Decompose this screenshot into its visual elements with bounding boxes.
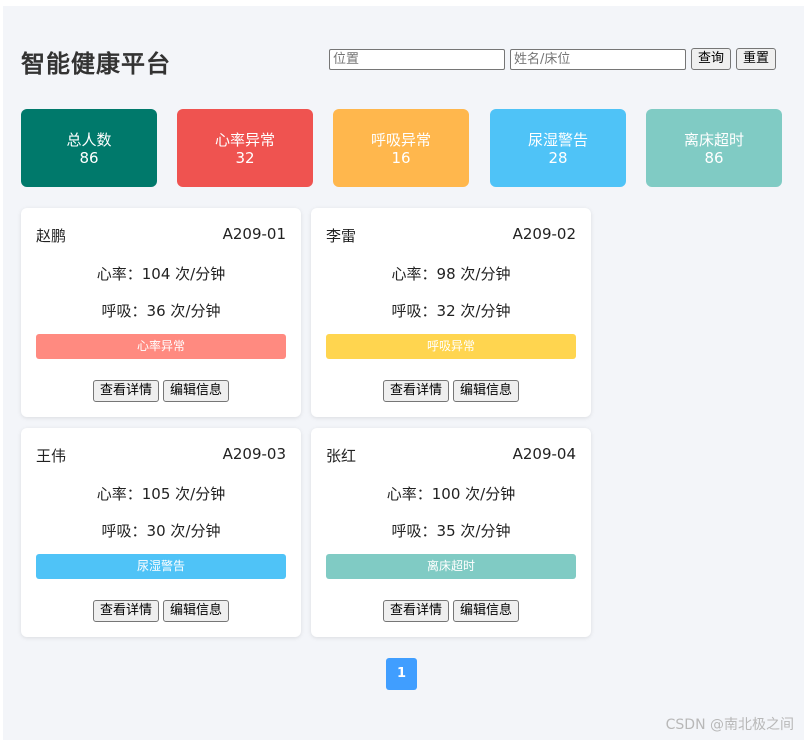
patient-card: 张红 A209-04 心率：100 次/分钟 呼吸：35 次/分钟 离床超时 查… <box>311 428 591 637</box>
page-title: 智能健康平台 <box>21 50 171 78</box>
edit-info-button[interactable]: 编辑信息 <box>163 380 230 402</box>
stat-value: 86 <box>79 149 99 167</box>
view-details-button[interactable]: 查看详情 <box>92 600 159 622</box>
stat-label: 总人数 <box>66 131 112 149</box>
stat-value: 16 <box>391 149 411 167</box>
patient-name: 赵鹏 <box>36 227 67 245</box>
stat-label: 离床超时 <box>683 131 744 149</box>
patient-card: 王伟 A209-03 心率：105 次/分钟 呼吸：30 次/分钟 尿湿警告 查… <box>21 428 301 637</box>
stat-card-total: 总人数 86 <box>21 109 157 187</box>
patient-name: 张红 <box>326 447 357 465</box>
patient-name: 王伟 <box>36 447 67 465</box>
patient-card: 李雷 A209-02 心率：98 次/分钟 呼吸：32 次/分钟 呼吸异常 查看… <box>311 208 591 417</box>
heart-rate-text: 心率：100 次/分钟 <box>386 485 516 503</box>
view-details-button[interactable]: 查看详情 <box>92 380 159 402</box>
edit-info-button[interactable]: 编辑信息 <box>453 380 520 402</box>
query-button[interactable]: 查询 <box>691 48 732 70</box>
breath-rate-text: 呼吸：35 次/分钟 <box>391 522 511 540</box>
heart-rate-text: 心率：98 次/分钟 <box>391 265 511 283</box>
watermark-text: CSDN @南北极之间 <box>665 717 794 733</box>
stat-label: 呼吸异常 <box>370 131 431 149</box>
bed-number: A209-02 <box>512 225 576 243</box>
edit-info-button[interactable]: 编辑信息 <box>163 600 230 622</box>
stat-card-off-bed-timeout: 离床超时 86 <box>646 109 782 187</box>
card-actions: 查看详情 编辑信息 <box>21 380 301 402</box>
status-badge: 呼吸异常 <box>326 334 576 359</box>
stat-card-breath-abnormal: 呼吸异常 16 <box>333 109 469 187</box>
heart-rate-text: 心率：104 次/分钟 <box>96 265 226 283</box>
bed-number: A209-04 <box>512 445 576 463</box>
bed-number: A209-01 <box>222 225 286 243</box>
stat-card-wet-warning: 尿湿警告 28 <box>490 109 626 187</box>
stat-card-heart-rate-abnormal: 心率异常 32 <box>177 109 313 187</box>
page-background: 智能健康平台 查询 重置 总人数 86 心率异常 32 呼吸异常 16 尿湿警告… <box>3 6 804 740</box>
stat-label: 尿湿警告 <box>527 131 588 149</box>
search-bar: 查询 重置 <box>329 48 777 70</box>
patient-card: 赵鹏 A209-01 心率：104 次/分钟 呼吸：36 次/分钟 心率异常 查… <box>21 208 301 417</box>
breath-rate-text: 呼吸：32 次/分钟 <box>391 302 511 320</box>
bed-number: A209-03 <box>222 445 286 463</box>
card-actions: 查看详情 编辑信息 <box>311 600 591 622</box>
pagination-page-button[interactable]: 1 <box>386 658 417 690</box>
card-actions: 查看详情 编辑信息 <box>21 600 301 622</box>
status-badge: 离床超时 <box>326 554 576 579</box>
view-details-button[interactable]: 查看详情 <box>382 380 449 402</box>
reset-button[interactable]: 重置 <box>736 48 777 70</box>
stat-value: 28 <box>548 149 568 167</box>
status-badge: 心率异常 <box>36 334 286 359</box>
name-bed-input[interactable] <box>510 48 686 70</box>
card-actions: 查看详情 编辑信息 <box>311 380 591 402</box>
patient-name: 李雷 <box>326 227 357 245</box>
status-badge: 尿湿警告 <box>36 554 286 579</box>
stat-value: 32 <box>235 149 255 167</box>
heart-rate-text: 心率：105 次/分钟 <box>96 485 226 503</box>
stat-value: 86 <box>704 149 724 167</box>
breath-rate-text: 呼吸：36 次/分钟 <box>101 302 221 320</box>
edit-info-button[interactable]: 编辑信息 <box>453 600 520 622</box>
view-details-button[interactable]: 查看详情 <box>382 600 449 622</box>
breath-rate-text: 呼吸：30 次/分钟 <box>101 522 221 540</box>
location-input[interactable] <box>329 48 505 70</box>
stat-label: 心率异常 <box>214 131 275 149</box>
